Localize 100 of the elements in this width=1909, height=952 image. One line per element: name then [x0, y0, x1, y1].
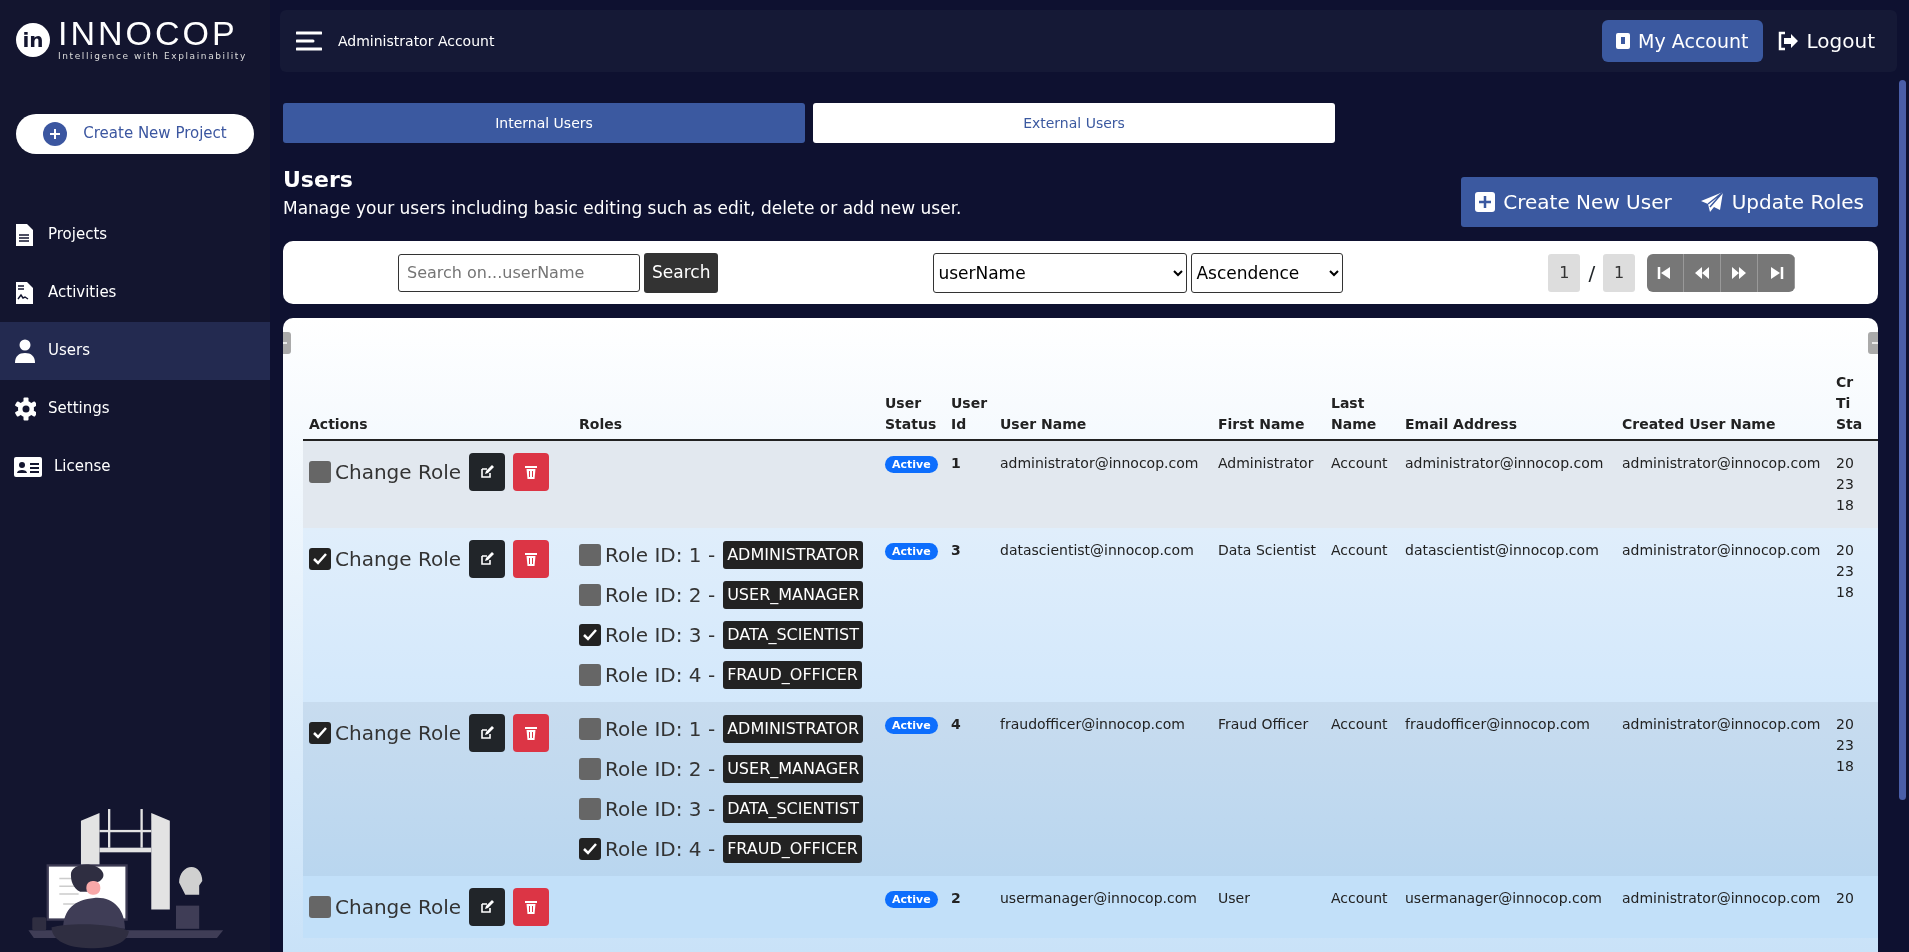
- role-name: ADMINISTRATOR: [723, 541, 864, 569]
- search-button[interactable]: Search: [644, 252, 719, 293]
- role-name: USER_MANAGER: [723, 755, 864, 783]
- status-badge: Active: [885, 891, 938, 908]
- edit-button[interactable]: [469, 540, 506, 578]
- role-name: USER_MANAGER: [723, 581, 864, 609]
- search-field[interactable]: Search on...userName: [398, 253, 640, 292]
- table-cell: 20 23 18: [1836, 716, 1854, 774]
- action-button[interactable]: Update Roles: [1693, 186, 1870, 218]
- document-icon: [14, 222, 36, 247]
- plus-icon: [1475, 192, 1496, 212]
- checkbox[interactable]: [579, 544, 601, 566]
- role-name: DATA_SCIENTIST: [723, 795, 863, 823]
- last-page-icon: [1768, 264, 1785, 281]
- change-role-label: Change Role: [335, 894, 462, 921]
- user-id: 1: [951, 455, 961, 471]
- check-icon: [313, 553, 327, 565]
- scrollbar[interactable]: [1899, 80, 1906, 800]
- change-role-label: Change Role: [335, 720, 462, 747]
- sidebar-item[interactable]: License: [0, 437, 270, 496]
- checkbox[interactable]: [309, 548, 331, 570]
- logout-icon: [1776, 31, 1799, 51]
- table-cell: administrator@innocop.com: [1405, 455, 1604, 471]
- user-id: 4: [951, 716, 961, 732]
- edit-button[interactable]: [469, 888, 506, 926]
- last-page-button[interactable]: [1758, 253, 1796, 292]
- table-cell: fraudofficer@innocop.com: [1405, 716, 1590, 732]
- fast-forward-icon: [1731, 264, 1748, 281]
- trash-icon: [525, 552, 538, 566]
- role-label: Role ID: 1 -: [605, 716, 716, 743]
- role-label: Role ID: 4 -: [605, 836, 716, 863]
- plus-icon: [43, 121, 68, 146]
- user-id: 2: [951, 890, 961, 906]
- table-cell: Account: [1331, 716, 1388, 732]
- menu-icon: [296, 30, 322, 52]
- table-cell: datascientist@innocop.com: [1405, 542, 1599, 558]
- create-project-button[interactable]: Create New Project: [16, 113, 254, 154]
- checkbox[interactable]: [579, 584, 601, 606]
- table-cell: Account: [1331, 455, 1388, 471]
- table-cell: Account: [1331, 890, 1388, 906]
- edit-icon: [480, 465, 495, 479]
- table-cell: usermanager@innocop.com: [1405, 890, 1602, 906]
- check-icon: [583, 843, 597, 855]
- status-badge: Active: [885, 543, 938, 560]
- checkbox[interactable]: [309, 722, 331, 744]
- sidebar-item[interactable]: Settings: [0, 379, 270, 438]
- tab[interactable]: External Users: [813, 103, 1335, 143]
- action-button[interactable]: Create New User: [1469, 186, 1678, 218]
- sort-field-select[interactable]: userName: [933, 252, 1188, 293]
- account-button[interactable]: My Account: [1602, 20, 1763, 62]
- delete-button[interactable]: [513, 714, 550, 752]
- edit-icon: [480, 552, 495, 566]
- role-name: DATA_SCIENTIST: [723, 621, 863, 649]
- id-card-icon: [14, 454, 42, 479]
- page-title: Users: [283, 166, 354, 194]
- check-icon: [313, 727, 327, 739]
- role-name: FRAUD_OFFICER: [723, 835, 862, 863]
- delete-button[interactable]: [513, 540, 550, 578]
- rewind-button[interactable]: [1684, 253, 1722, 292]
- trash-icon: [525, 900, 538, 914]
- delete-button[interactable]: [513, 453, 550, 491]
- logout-button[interactable]: Logout: [1770, 25, 1881, 57]
- role-label: Role ID: 4 -: [605, 662, 716, 689]
- sort-order-select[interactable]: Ascendence: [1191, 252, 1344, 293]
- edit-button[interactable]: [469, 453, 506, 491]
- checkbox[interactable]: [579, 718, 601, 740]
- tab[interactable]: Internal Users: [283, 103, 805, 143]
- role-label: Role ID: 3 -: [605, 622, 716, 649]
- logo-mark: in: [16, 22, 50, 57]
- checkbox[interactable]: [579, 798, 601, 820]
- check-icon: [583, 629, 597, 641]
- page-separator: /: [1588, 259, 1596, 287]
- checkbox[interactable]: [309, 461, 331, 483]
- sidebar-item[interactable]: Projects: [0, 205, 270, 264]
- table-cell: User: [1218, 890, 1250, 906]
- table-cell: 20 23 18: [1836, 455, 1854, 513]
- page-count: 1: [1603, 253, 1636, 292]
- status-badge: Active: [885, 456, 938, 473]
- checkbox[interactable]: [579, 664, 601, 686]
- table-cell: administrator@innocop.com: [1000, 455, 1199, 471]
- checkbox[interactable]: [309, 896, 331, 918]
- sidebar-item[interactable]: Users: [0, 321, 270, 380]
- role-label: Role ID: 2 -: [605, 756, 716, 783]
- checkbox[interactable]: [579, 624, 601, 646]
- delete-button[interactable]: [513, 888, 550, 926]
- id-icon: [1616, 33, 1631, 49]
- first-page-button[interactable]: [1647, 253, 1685, 292]
- settings-icon: [14, 396, 36, 421]
- page-number: 1: [1548, 253, 1581, 292]
- header-title: Administrator Account: [338, 31, 495, 51]
- table-cell: usermanager@innocop.com: [1000, 890, 1197, 906]
- checkbox[interactable]: [579, 758, 601, 780]
- checkbox[interactable]: [579, 838, 601, 860]
- brand-tagline: Intelligence with Explainability: [58, 50, 247, 63]
- brand-name: INNOCOP: [58, 16, 239, 50]
- user-icon: [14, 338, 36, 363]
- sidebar-item[interactable]: Activities: [0, 263, 270, 322]
- trash-icon: [525, 465, 538, 479]
- fast-forward-button[interactable]: [1721, 253, 1759, 292]
- edit-button[interactable]: [469, 714, 506, 752]
